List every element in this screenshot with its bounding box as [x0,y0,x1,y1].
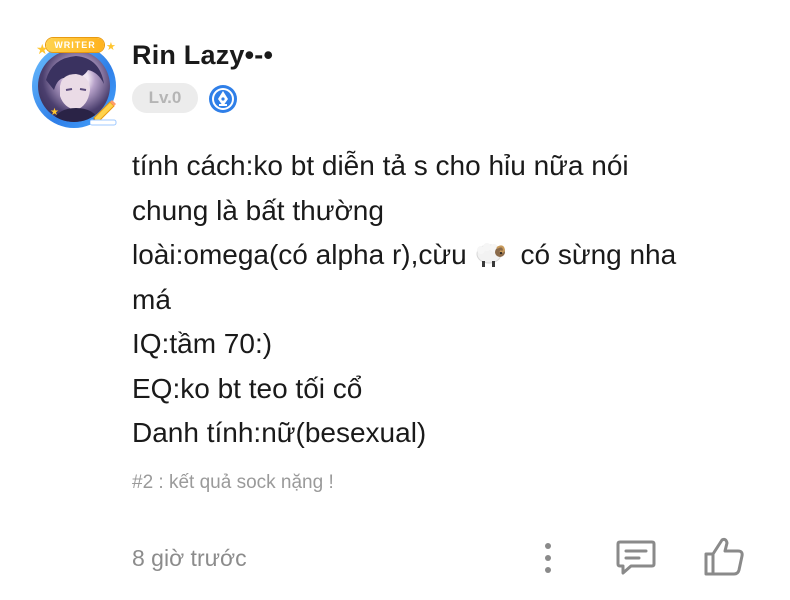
body-line: EQ:ko bt teo tối cổ [132,372,363,404]
thumbs-up-icon [704,537,744,576]
pen-nib-icon [208,84,238,114]
star-icon: ★ [50,107,59,118]
reply-button[interactable] [615,536,657,578]
writer-badge: WRITER [46,38,104,52]
star-icon: ★ [36,41,49,57]
comment-body: tính cách:ko bt diễn tả s cho hỉu nữa nó… [132,144,752,456]
avatar[interactable]: WRITER ★ ★ ★ [28,38,124,128]
timestamp: 8 giờ trước [132,545,247,571]
comment-icon [616,540,656,575]
body-line: IQ:tầm 70:) [132,328,273,359]
body-line: chung là bất thường [132,194,384,226]
body-line: má [132,283,171,315]
sheep-emoji-icon [473,238,507,268]
more-options-button[interactable] [534,540,562,576]
username[interactable]: Rin Lazy•-• [132,40,273,71]
like-button[interactable] [702,534,746,578]
body-line: Danh tính:nữ(besexual) [132,417,427,448]
level-badge: Lv.0 [132,83,198,113]
body-line-segment: có sừng nha [512,239,677,270]
body-line: tính cách:ko bt diễn tả s cho hỉu nữa nó… [132,150,629,181]
body-line-segment: loài:omega(có alpha r),cừu [132,239,467,270]
body-line: loài:omega(có alpha r),cừu có sừng nha [132,233,752,278]
more-vertical-icon [545,543,551,573]
comment-card: WRITER ★ ★ ★ Rin Lazy•-• Lv.0 tính cách:… [0,0,790,600]
star-icon: ★ [106,41,116,53]
result-note: #2 : kết quả sock nặng ! [132,472,334,493]
pencil-icon [90,96,120,126]
